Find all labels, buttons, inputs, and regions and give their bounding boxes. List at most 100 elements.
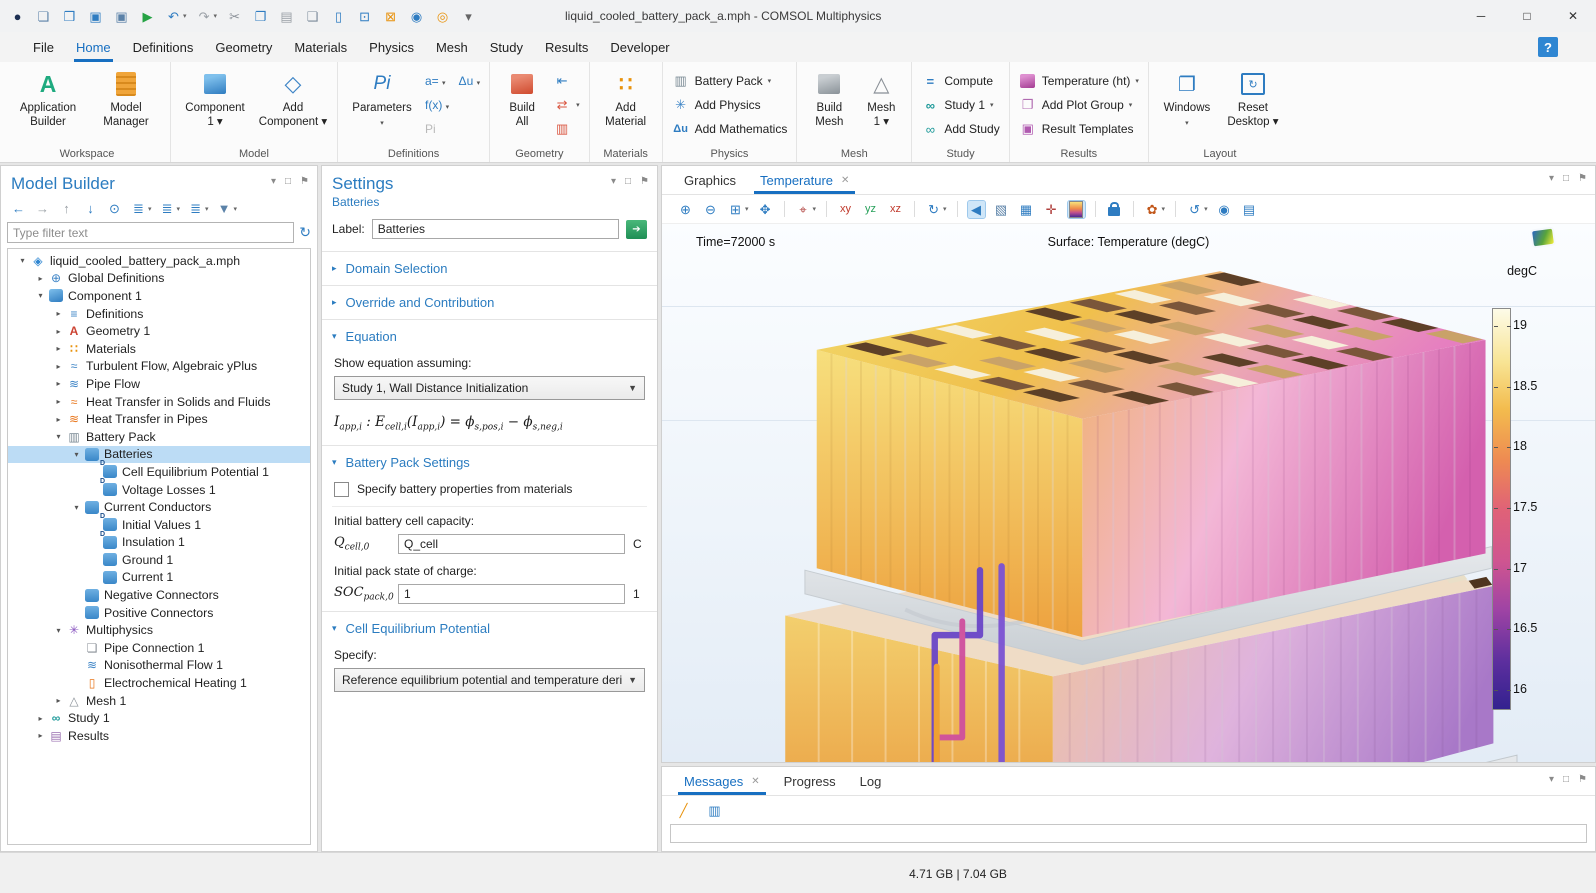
add-material-button[interactable]: ∷ AddMaterial bbox=[596, 65, 656, 130]
grid-button[interactable]: ▦ bbox=[1015, 199, 1038, 220]
color-legend-button[interactable] bbox=[1065, 199, 1088, 220]
livelink-sync-icon[interactable]: ⇄ bbox=[553, 97, 571, 114]
find-replace-button[interactable]: ◎ bbox=[431, 6, 454, 27]
tree-item-turbulent-flow-algebraic-yplus[interactable]: ▸≈Turbulent Flow, Algebraic yPlus bbox=[8, 358, 310, 376]
rotate-view-button[interactable]: ↻▾ bbox=[922, 199, 950, 220]
add-physics-button[interactable]: ✳ Add Physics bbox=[669, 94, 791, 116]
menu-tab-study[interactable]: Study bbox=[479, 32, 534, 62]
rename-button[interactable]: ➔ bbox=[626, 220, 647, 239]
go-to-default-view-button[interactable]: ⌖▾ bbox=[792, 199, 820, 220]
section-override-contribution[interactable]: ▸Override and Contribution bbox=[322, 285, 657, 319]
lock-button[interactable] bbox=[1103, 199, 1126, 220]
chevron-right-icon[interactable]: ▸ bbox=[52, 344, 65, 353]
filter-dropdown-icon[interactable]: ▾ bbox=[234, 205, 238, 213]
graphics-canvas[interactable]: Time=72000 s Surface: Temperature (degC)… bbox=[662, 224, 1595, 762]
scene-light-button[interactable]: ◀ bbox=[965, 199, 988, 220]
tree-item-negative-connectors[interactable]: Negative Connectors bbox=[8, 586, 310, 604]
menu-tab-mesh[interactable]: Mesh bbox=[425, 32, 479, 62]
axes-orientation-button[interactable]: ✛ bbox=[1040, 199, 1063, 220]
panel-menu-icon[interactable]: ▾ bbox=[1549, 173, 1554, 184]
section-domain-selection[interactable]: ▸Domain Selection bbox=[322, 251, 657, 285]
build-all-button[interactable]: BuildAll bbox=[496, 65, 548, 130]
chevron-right-icon[interactable]: ▸ bbox=[34, 274, 47, 283]
tree-item-voltage-losses-1[interactable]: DVoltage Losses 1 bbox=[8, 481, 310, 499]
tree-item-initial-values-1[interactable]: DInitial Values 1 bbox=[8, 516, 310, 534]
tree-item-multiphysics[interactable]: ▾✳Multiphysics bbox=[8, 621, 310, 639]
messages-tab-log[interactable]: Log bbox=[848, 767, 894, 795]
battery-pack-interface-button[interactable]: ▥ Battery Pack▾ bbox=[669, 70, 791, 92]
snapshot-button[interactable]: ◉ bbox=[1213, 199, 1236, 220]
save-as-button[interactable]: ▣ bbox=[110, 6, 133, 27]
chevron-right-icon[interactable]: ▸ bbox=[52, 362, 65, 371]
panel-menu-icon[interactable]: ▾ bbox=[271, 176, 276, 187]
menu-tab-geometry[interactable]: Geometry bbox=[204, 32, 283, 62]
capacity-input[interactable] bbox=[398, 534, 625, 554]
specify-from-materials-checkbox[interactable] bbox=[334, 482, 349, 497]
message-table-button[interactable]: ▥ bbox=[703, 800, 726, 821]
color-palette-dropdown-icon[interactable]: ▾ bbox=[1162, 205, 1166, 213]
undo-button[interactable]: ↶▾ bbox=[162, 6, 190, 27]
find-button[interactable]: ◉ bbox=[405, 6, 428, 27]
move-up-button[interactable]: ↑ bbox=[55, 198, 78, 219]
chevron-right-icon[interactable]: ▸ bbox=[52, 327, 65, 336]
expand-node-dropdown-icon[interactable]: ▾ bbox=[148, 205, 152, 213]
tree-item-definitions[interactable]: ▸≡Definitions bbox=[8, 305, 310, 323]
add-study-button[interactable]: ∞ Add Study bbox=[918, 118, 1002, 140]
close-tab-icon[interactable]: ✕ bbox=[751, 776, 759, 787]
view-yz-button[interactable]: yz bbox=[859, 199, 882, 220]
temperature-plot-button[interactable]: Temperature (ht)▾ bbox=[1016, 70, 1142, 92]
collapse-node-button[interactable]: ≣▾ bbox=[156, 198, 184, 219]
chevron-right-icon[interactable]: ▸ bbox=[52, 415, 65, 424]
windows-button[interactable]: ❐ Windows▾ bbox=[1155, 65, 1219, 130]
graphics-tab-temperature[interactable]: Temperature✕ bbox=[748, 166, 861, 194]
clear-messages-button[interactable]: ╱ bbox=[672, 800, 695, 821]
nonlocal-couplings-button[interactable]: Δu ▾ bbox=[451, 74, 481, 88]
chevron-down-icon[interactable]: ▾ bbox=[52, 432, 65, 441]
tree-item-global-definitions[interactable]: ▸⊕Global Definitions bbox=[8, 270, 310, 288]
tree-item-heat-transfer-in-pipes[interactable]: ▸≋Heat Transfer in Pipes bbox=[8, 410, 310, 428]
messages-tab-progress[interactable]: Progress bbox=[772, 767, 848, 795]
show-button[interactable]: ⊙ bbox=[103, 198, 126, 219]
zoom-out-button[interactable]: ⊖ bbox=[699, 199, 722, 220]
tree-item-current-1[interactable]: Current 1 bbox=[8, 569, 310, 587]
graphics-tab-graphics[interactable]: Graphics bbox=[672, 166, 748, 194]
open-button[interactable]: ❒ bbox=[58, 6, 81, 27]
functions-button[interactable]: f(x) ▾ bbox=[425, 98, 449, 112]
zoom-box-dropdown-icon[interactable]: ▾ bbox=[745, 205, 749, 213]
chevron-down-icon[interactable]: ▾ bbox=[16, 256, 29, 265]
menu-tab-definitions[interactable]: Definitions bbox=[122, 32, 205, 62]
tree-item-geometry-1[interactable]: ▸AGeometry 1 bbox=[8, 322, 310, 340]
plot-thumbnail-icon[interactable] bbox=[1532, 229, 1554, 247]
study-1-button[interactable]: ∞ Study 1▾ bbox=[918, 94, 1002, 116]
tree-item-ground-1[interactable]: Ground 1 bbox=[8, 551, 310, 569]
tree-item-materials[interactable]: ▸∷Materials bbox=[8, 340, 310, 358]
menu-tab-results[interactable]: Results bbox=[534, 32, 599, 62]
tree-item-liquid-cooled-battery-pack-a-mph[interactable]: ▾◈liquid_cooled_battery_pack_a.mph bbox=[8, 252, 310, 270]
tree-item-pipe-flow[interactable]: ▸≋Pipe Flow bbox=[8, 375, 310, 393]
pin-icon[interactable]: ⚑ bbox=[1578, 774, 1587, 785]
tree-item-batteries[interactable]: ▾Batteries bbox=[8, 446, 310, 464]
tree-item-heat-transfer-in-solids-and-fluids[interactable]: ▸≈Heat Transfer in Solids and Fluids bbox=[8, 393, 310, 411]
pin-icon[interactable]: ⚑ bbox=[640, 176, 649, 187]
float-panel-icon[interactable]: □ bbox=[625, 176, 631, 187]
build-mesh-button[interactable]: BuildMesh bbox=[803, 65, 855, 130]
nav-forward-button[interactable]: → bbox=[31, 198, 54, 219]
variables-button[interactable]: a= ▾ bbox=[425, 74, 446, 88]
battery-pack-3d-plot[interactable] bbox=[662, 224, 1595, 762]
clear-selection-button[interactable]: ⊠ bbox=[379, 6, 402, 27]
select-box-button[interactable]: ⊡ bbox=[353, 6, 376, 27]
print-button[interactable]: ▤ bbox=[1238, 199, 1261, 220]
cep-specify-dropdown[interactable]: Reference equilibrium potential and temp… bbox=[334, 668, 645, 692]
tree-item-pipe-connection-1[interactable]: ❏Pipe Connection 1 bbox=[8, 639, 310, 657]
section-cell-equilibrium-potential[interactable]: ▾Cell Equilibrium Potential bbox=[322, 611, 657, 645]
toolbar-options-button[interactable]: ▾ bbox=[457, 6, 480, 27]
zoom-in-button[interactable]: ⊕ bbox=[674, 199, 697, 220]
copy-button[interactable]: ❐ bbox=[249, 6, 272, 27]
zoom-box-button[interactable]: ⊞▾ bbox=[724, 199, 752, 220]
float-panel-icon[interactable]: □ bbox=[1563, 774, 1569, 785]
import-geometry-icon[interactable]: ⇤ bbox=[553, 73, 571, 90]
view-xy-button[interactable]: xy bbox=[834, 199, 857, 220]
new-file-button[interactable]: ❏ bbox=[32, 6, 55, 27]
filter-input[interactable] bbox=[7, 222, 294, 243]
tree-item-mesh-1[interactable]: ▸△Mesh 1 bbox=[8, 692, 310, 710]
